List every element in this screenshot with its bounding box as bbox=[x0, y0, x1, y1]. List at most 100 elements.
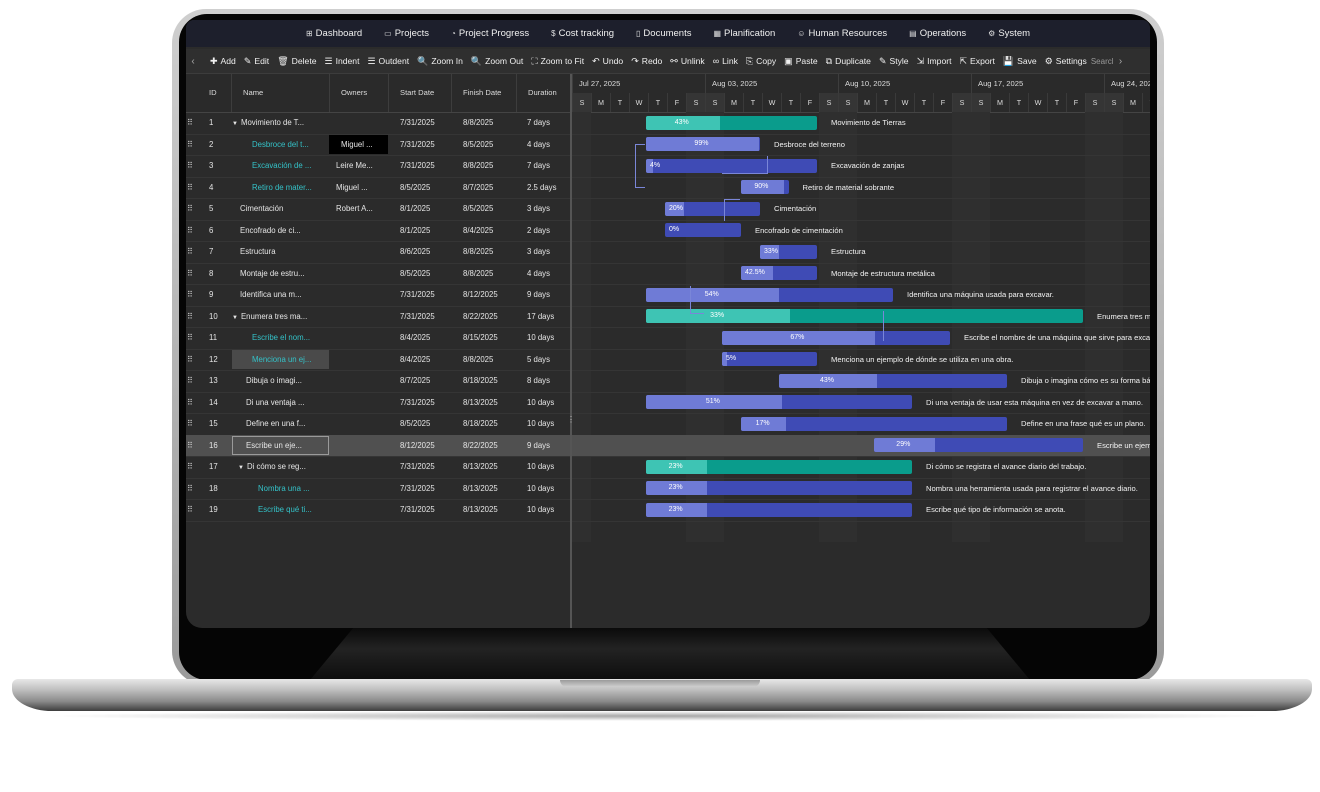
drag-handle-icon[interactable]: ⠿ bbox=[187, 241, 195, 263]
nav-item-planification[interactable]: ▦ Planification bbox=[713, 28, 775, 39]
table-row[interactable]: ⠿ 4 Retiro de mater... Miguel ... 8/5/2025 8/… bbox=[186, 177, 571, 199]
task-start-date[interactable]: 8/4/2025 bbox=[400, 327, 456, 349]
task-bar[interactable]: 23% bbox=[646, 481, 912, 495]
task-start-date[interactable]: 8/1/2025 bbox=[400, 198, 456, 220]
table-row[interactable]: ⠿ 1 ▼ Movimiento de T... 7/31/2025 8/8/2025 7 … bbox=[186, 112, 571, 135]
drag-handle-icon[interactable]: ⠿ bbox=[187, 456, 195, 478]
table-row[interactable]: ⠿ 8 Montaje de estru... 8/5/2025 8/8/2025 4 d… bbox=[186, 263, 571, 285]
table-row[interactable]: ⠿ 14 Di una ventaja ... 7/31/2025 8/13/2025 1… bbox=[186, 392, 571, 414]
drag-handle-icon[interactable]: ⠿ bbox=[187, 370, 195, 392]
column-header-name[interactable]: Name bbox=[243, 74, 263, 112]
task-bar[interactable]: 33% bbox=[760, 244, 817, 259]
task-start-date[interactable]: 8/6/2025 bbox=[400, 241, 456, 263]
drag-handle-icon[interactable]: ⠿ bbox=[187, 155, 195, 177]
settings-button[interactable]: ⚙ Settings bbox=[1045, 56, 1087, 67]
copy-button[interactable]: ⎘ Copy bbox=[746, 56, 776, 67]
column-header-id[interactable]: ID bbox=[209, 74, 217, 112]
task-owner[interactable] bbox=[336, 413, 386, 435]
task-finish-date[interactable]: 8/8/2025 bbox=[463, 155, 519, 177]
link-button[interactable]: ∞ Link bbox=[713, 56, 738, 66]
task-bar[interactable]: 17% bbox=[741, 416, 1007, 431]
task-finish-date[interactable]: 8/7/2025 bbox=[463, 177, 519, 199]
task-finish-date[interactable]: 8/13/2025 bbox=[463, 392, 519, 414]
task-duration[interactable]: 10 days bbox=[527, 456, 567, 478]
task-finish-date[interactable]: 8/18/2025 bbox=[463, 370, 519, 392]
nav-item-human-resources[interactable]: ☺ Human Resources bbox=[797, 28, 887, 39]
task-duration[interactable]: 3 days bbox=[527, 241, 567, 263]
task-finish-date[interactable]: 8/8/2025 bbox=[463, 241, 519, 263]
table-row[interactable]: ⠿ 6 Encofrado de ci... 8/1/2025 8/4/2025 2 da… bbox=[186, 220, 571, 242]
task-start-date[interactable]: 8/5/2025 bbox=[400, 177, 456, 199]
column-header-start-date[interactable]: Start Date bbox=[400, 74, 434, 112]
task-duration[interactable]: 7 days bbox=[527, 112, 567, 134]
task-owner[interactable] bbox=[336, 435, 386, 457]
edit-button[interactable]: ✎ Edit bbox=[244, 56, 269, 67]
task-finish-date[interactable]: 8/5/2025 bbox=[463, 134, 519, 156]
drag-handle-icon[interactable]: ⠿ bbox=[187, 306, 195, 328]
task-bar[interactable]: 51% bbox=[646, 395, 912, 409]
task-name[interactable]: Estructura bbox=[232, 241, 336, 263]
table-row[interactable]: ⠿ 2 Desbroce del t... Miguel ... 7/31/2025 8/… bbox=[186, 134, 571, 156]
drag-handle-icon[interactable]: ⠿ bbox=[187, 499, 195, 521]
outdent-button[interactable]: ☰ Outdent bbox=[367, 56, 409, 67]
table-row[interactable]: ⠿ 15 Define en una f... 8/5/2025 8/18/2025 10… bbox=[186, 413, 571, 436]
search-input[interactable]: Search bbox=[1091, 57, 1113, 66]
task-start-date[interactable]: 7/31/2025 bbox=[400, 134, 456, 156]
task-bar[interactable]: 20% bbox=[665, 201, 760, 216]
task-owner[interactable]: Miguel ... bbox=[341, 134, 391, 156]
task-start-date[interactable]: 7/31/2025 bbox=[400, 284, 456, 306]
task-duration[interactable]: 9 days bbox=[527, 284, 567, 306]
undo-button[interactable]: ↶ Undo bbox=[592, 56, 623, 67]
task-owner[interactable] bbox=[336, 306, 386, 328]
delete-button[interactable]: 🗑 Delete bbox=[277, 56, 316, 67]
collapse-caret-icon[interactable]: ▼ bbox=[238, 465, 244, 471]
task-name[interactable]: Identifica una m... bbox=[232, 284, 336, 306]
task-start-date[interactable]: 8/7/2025 bbox=[400, 370, 456, 392]
task-duration[interactable]: 10 days bbox=[527, 392, 567, 414]
task-duration[interactable]: 9 days bbox=[527, 435, 567, 457]
task-finish-date[interactable]: 8/13/2025 bbox=[463, 478, 519, 500]
task-duration[interactable]: 2.5 days bbox=[527, 177, 567, 199]
drag-handle-icon[interactable]: ⠿ bbox=[187, 134, 195, 156]
table-row[interactable]: ⠿ 9 Identifica una m... 7/31/2025 8/12/2025 9… bbox=[186, 284, 571, 307]
task-start-date[interactable]: 8/1/2025 bbox=[400, 220, 456, 242]
task-duration[interactable]: 10 days bbox=[527, 327, 567, 349]
task-duration[interactable]: 5 days bbox=[527, 349, 567, 371]
collapse-caret-icon[interactable]: ▼ bbox=[232, 121, 238, 127]
task-start-date[interactable]: 8/12/2025 bbox=[400, 435, 456, 457]
column-header-owners[interactable]: Owners bbox=[341, 74, 367, 112]
task-duration[interactable]: 7 days bbox=[527, 155, 567, 177]
task-finish-date[interactable]: 8/22/2025 bbox=[463, 306, 519, 328]
task-owner[interactable] bbox=[336, 327, 386, 349]
task-start-date[interactable]: 7/31/2025 bbox=[400, 392, 456, 414]
zoom-to-fit-button[interactable]: ⛶ Zoom to Fit bbox=[531, 56, 584, 67]
nav-item-dashboard[interactable]: ⊞ Dashboard bbox=[306, 28, 362, 39]
drag-handle-icon[interactable]: ⠿ bbox=[187, 413, 195, 435]
task-name[interactable]: Dibuja o imagi... bbox=[232, 370, 342, 392]
drag-handle-icon[interactable]: ⠿ bbox=[187, 284, 195, 306]
task-owner[interactable] bbox=[336, 349, 386, 371]
task-bar[interactable]: 43% bbox=[779, 373, 1007, 388]
drag-handle-icon[interactable]: ⠿ bbox=[187, 392, 195, 414]
task-bar[interactable]: 23% bbox=[646, 502, 912, 517]
task-finish-date[interactable]: 8/5/2025 bbox=[463, 198, 519, 220]
nav-item-documents[interactable]: ▯ Documents bbox=[636, 28, 691, 39]
zoom-in-button[interactable]: 🔍 Zoom In bbox=[417, 56, 463, 67]
task-name[interactable]: Montaje de estru... bbox=[232, 263, 336, 285]
drag-handle-icon[interactable]: ⠿ bbox=[187, 220, 195, 242]
task-bar[interactable]: 23% bbox=[646, 459, 912, 474]
duplicate-button[interactable]: ⧉ Duplicate bbox=[826, 56, 871, 67]
task-owner[interactable] bbox=[336, 478, 386, 500]
collapse-caret-icon[interactable]: ▼ bbox=[232, 315, 238, 321]
table-row[interactable]: ⠿ 3 Excavación de ... Leire Me... 7/31/2025 8… bbox=[186, 155, 571, 178]
task-duration[interactable]: 4 days bbox=[527, 134, 567, 156]
table-row[interactable]: ⠿ 17 ▼ Di cómo se reg... 7/31/2025 8/13/2025 1… bbox=[186, 456, 571, 479]
drag-handle-icon[interactable]: ⠿ bbox=[187, 177, 195, 199]
table-row[interactable]: ⠿ 19 Escribe qué ti... 7/31/2025 8/13/2025 10… bbox=[186, 499, 571, 522]
paste-button[interactable]: ▣ Paste bbox=[784, 56, 818, 67]
task-bar[interactable]: 90% bbox=[741, 180, 789, 194]
column-header-duration[interactable]: Duration bbox=[528, 74, 557, 112]
task-start-date[interactable]: 8/4/2025 bbox=[400, 349, 456, 371]
task-owner[interactable]: Leire Me... bbox=[336, 155, 386, 177]
task-owner[interactable] bbox=[336, 220, 386, 242]
